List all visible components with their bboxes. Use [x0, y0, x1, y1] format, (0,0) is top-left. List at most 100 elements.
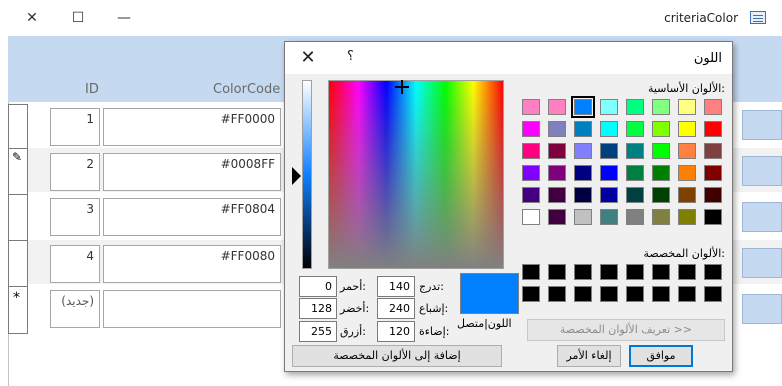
basic-color-swatch[interactable] — [522, 165, 540, 181]
colorcode-field[interactable]: #0008FF — [103, 153, 281, 191]
basic-color-swatch[interactable] — [600, 121, 618, 137]
basic-color-swatch[interactable] — [704, 121, 722, 137]
id-field[interactable]: 3 — [50, 198, 100, 236]
basic-color-swatch[interactable] — [574, 121, 592, 137]
colorcode-field[interactable]: #FF0000 — [103, 108, 281, 146]
basic-colors-label: الألوان الأساسية: — [647, 82, 725, 95]
basic-color-swatch[interactable] — [704, 143, 722, 159]
luminance-arrow-icon[interactable] — [292, 167, 301, 185]
basic-color-swatch[interactable] — [574, 209, 592, 225]
basic-color-swatch[interactable] — [522, 187, 540, 203]
basic-color-swatch[interactable] — [522, 99, 540, 115]
basic-color-swatch[interactable] — [600, 99, 618, 115]
dialog-close-button[interactable]: ✕ — [297, 47, 319, 69]
basic-color-swatch[interactable] — [704, 209, 722, 225]
color-picker-button[interactable] — [742, 202, 782, 232]
basic-color-swatch[interactable] — [704, 165, 722, 181]
custom-color-swatch[interactable] — [522, 264, 540, 280]
crosshair-icon[interactable] — [395, 80, 409, 94]
basic-color-swatch[interactable] — [652, 187, 670, 203]
custom-color-swatch[interactable] — [600, 264, 618, 280]
basic-color-swatch[interactable] — [600, 187, 618, 203]
blue-input[interactable]: 255 — [299, 321, 337, 342]
basic-color-swatch[interactable] — [522, 121, 540, 137]
basic-color-swatch[interactable] — [600, 209, 618, 225]
color-picker-button[interactable] — [742, 294, 782, 324]
custom-color-swatch[interactable] — [600, 286, 618, 302]
basic-color-swatch[interactable] — [548, 209, 566, 225]
add-to-custom-colors-button[interactable]: إضافة إلى الألوان المخصصة — [292, 345, 502, 367]
basic-color-swatch[interactable] — [548, 187, 566, 203]
basic-color-swatch[interactable] — [574, 165, 592, 181]
basic-color-swatch[interactable] — [548, 99, 566, 115]
basic-color-swatch[interactable] — [678, 209, 696, 225]
color-picker-button[interactable] — [742, 110, 782, 140]
color-picker-button[interactable] — [742, 156, 782, 186]
basic-color-swatch[interactable] — [626, 121, 644, 137]
basic-color-swatch[interactable] — [626, 165, 644, 181]
basic-color-swatch[interactable] — [600, 165, 618, 181]
cancel-button[interactable]: إلغاء الأمر — [557, 345, 621, 367]
basic-color-swatch[interactable] — [626, 99, 644, 115]
luminance-input[interactable]: 120 — [377, 321, 415, 342]
basic-color-swatch[interactable] — [626, 187, 644, 203]
color-spectrum[interactable] — [328, 80, 504, 269]
basic-color-swatch[interactable] — [704, 187, 722, 203]
form-close-button[interactable]: ✕ — [22, 8, 42, 28]
basic-color-swatch[interactable] — [652, 209, 670, 225]
basic-color-swatch[interactable] — [678, 187, 696, 203]
define-custom-colors-button[interactable]: تعريف الألوان المخصصة >> — [527, 319, 725, 341]
basic-color-swatch[interactable] — [626, 209, 644, 225]
ok-button[interactable]: موافق — [629, 345, 693, 367]
custom-color-swatch[interactable] — [652, 286, 670, 302]
colorcode-field[interactable]: #FF0804 — [103, 198, 281, 236]
custom-color-swatch[interactable] — [678, 286, 696, 302]
id-field[interactable]: 2 — [50, 153, 100, 191]
custom-color-swatch[interactable] — [626, 286, 644, 302]
basic-color-swatch[interactable] — [626, 143, 644, 159]
basic-color-swatch[interactable] — [652, 165, 670, 181]
custom-color-swatch[interactable] — [574, 286, 592, 302]
basic-color-swatch[interactable] — [704, 99, 722, 115]
basic-color-swatch[interactable] — [652, 143, 670, 159]
id-field[interactable]: 1 — [50, 108, 100, 146]
basic-color-swatch[interactable] — [652, 121, 670, 137]
basic-color-swatch[interactable] — [678, 143, 696, 159]
custom-color-swatch[interactable] — [522, 286, 540, 302]
color-picker-button[interactable] — [742, 248, 782, 278]
basic-color-swatch[interactable] — [548, 143, 566, 159]
basic-color-swatch[interactable] — [522, 209, 540, 225]
preview-label: اللون|متصل — [457, 317, 512, 330]
basic-color-swatch[interactable] — [571, 96, 595, 118]
custom-color-swatch[interactable] — [652, 264, 670, 280]
basic-color-swatch[interactable] — [574, 187, 592, 203]
id-field[interactable]: 4 — [50, 245, 100, 283]
luminance-slider[interactable] — [302, 80, 312, 269]
form-minimize-button[interactable]: — — [114, 8, 134, 28]
custom-color-swatch[interactable] — [704, 264, 722, 280]
saturation-input[interactable]: 240 — [377, 298, 415, 319]
form-restore-button[interactable]: ☐ — [68, 8, 88, 28]
basic-color-swatch[interactable] — [652, 99, 670, 115]
dialog-help-button[interactable]: ؟ — [347, 49, 354, 64]
basic-color-swatch[interactable] — [522, 143, 540, 159]
new-record-colorcode-field[interactable] — [103, 290, 281, 328]
basic-color-swatch[interactable] — [600, 143, 618, 159]
hue-input[interactable]: 140 — [377, 276, 415, 297]
basic-color-swatch[interactable] — [678, 165, 696, 181]
custom-color-swatch[interactable] — [548, 264, 566, 280]
colorcode-field[interactable]: #FF0080 — [103, 245, 281, 283]
green-input[interactable]: 128 — [299, 298, 337, 319]
custom-color-swatch[interactable] — [704, 286, 722, 302]
red-input[interactable]: 0 — [299, 276, 337, 297]
basic-color-swatch[interactable] — [678, 121, 696, 137]
custom-color-swatch[interactable] — [574, 264, 592, 280]
basic-color-swatch[interactable] — [574, 143, 592, 159]
new-record-id-field[interactable]: (جديد) — [50, 290, 100, 328]
custom-color-swatch[interactable] — [548, 286, 566, 302]
custom-color-swatch[interactable] — [678, 264, 696, 280]
basic-color-swatch[interactable] — [548, 165, 566, 181]
basic-color-swatch[interactable] — [548, 121, 566, 137]
basic-color-swatch[interactable] — [678, 99, 696, 115]
custom-color-swatch[interactable] — [626, 264, 644, 280]
